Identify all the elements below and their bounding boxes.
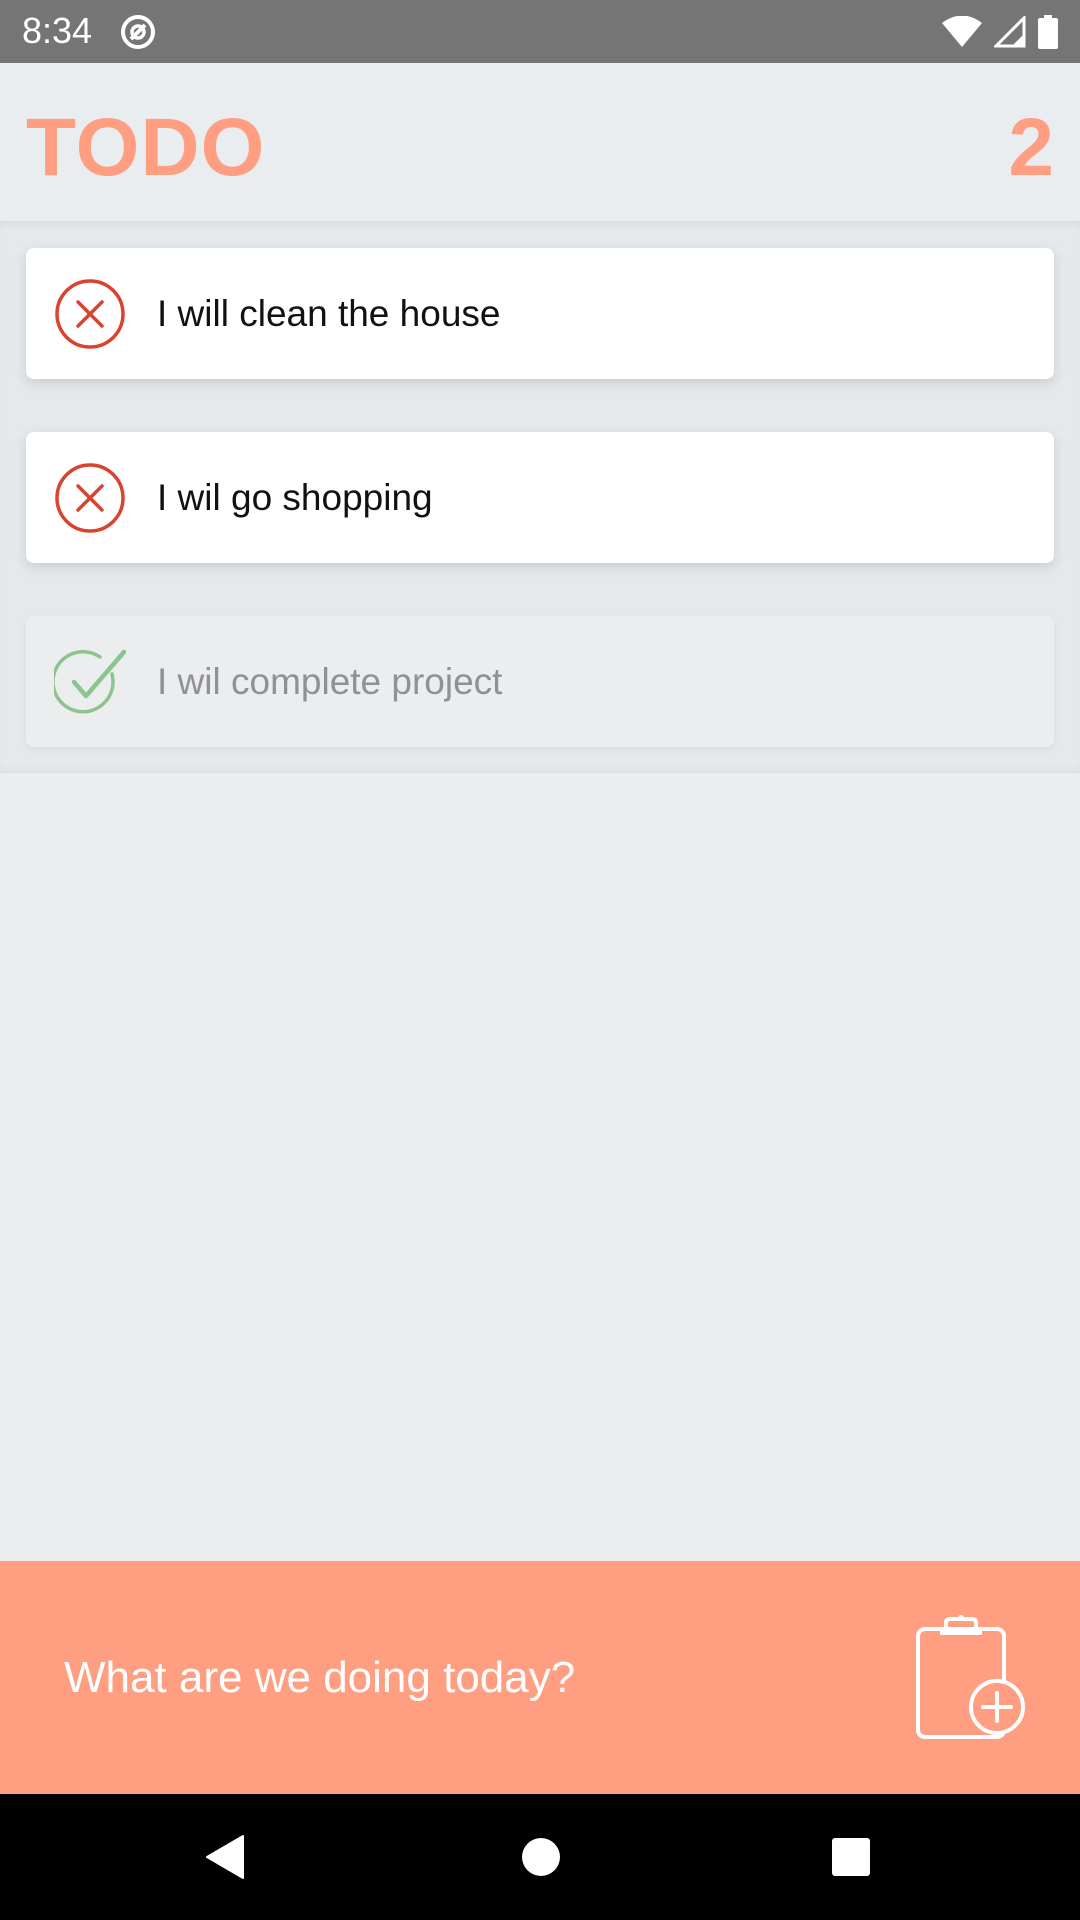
back-button[interactable]	[190, 1822, 260, 1892]
status-icons	[942, 12, 1058, 52]
app-header: TODO 2	[0, 63, 1080, 221]
check-circle-icon[interactable]	[54, 646, 126, 718]
system-nav-bar	[0, 1794, 1080, 1920]
back-triangle-icon	[206, 1835, 244, 1879]
pending-count: 2	[1008, 102, 1054, 193]
todo-item[interactable]: I will clean the house	[26, 248, 1054, 379]
home-circle-icon	[522, 1838, 560, 1876]
todo-text: I wil complete project	[157, 661, 503, 702]
home-button[interactable]	[506, 1822, 576, 1892]
cell-signal-icon	[994, 16, 1026, 48]
recents-button[interactable]	[816, 1822, 886, 1892]
todo-text: I wil go shopping	[157, 477, 433, 518]
todo-text: I will clean the house	[157, 293, 501, 334]
x-circle-icon[interactable]	[54, 462, 126, 534]
recents-square-icon	[832, 1838, 870, 1876]
todo-item[interactable]: I wil go shopping	[26, 432, 1054, 563]
app-notification-icon	[121, 15, 155, 49]
new-todo-bar	[0, 1561, 1080, 1794]
wifi-icon	[942, 16, 982, 47]
new-todo-input[interactable]	[64, 1633, 844, 1723]
app-screen: 8:34 TODO 2 I will clean the house I wil…	[0, 0, 1080, 1920]
todo-item-completed[interactable]: I wil complete project	[26, 616, 1054, 747]
add-todo-icon[interactable]	[904, 1615, 1026, 1745]
status-bar: 8:34	[0, 0, 1080, 63]
todo-list: I will clean the house I wil go shopping…	[0, 221, 1080, 773]
page-title: TODO	[26, 102, 266, 193]
status-time: 8:34	[22, 10, 93, 51]
x-circle-icon[interactable]	[54, 278, 126, 350]
battery-icon	[1038, 15, 1058, 49]
